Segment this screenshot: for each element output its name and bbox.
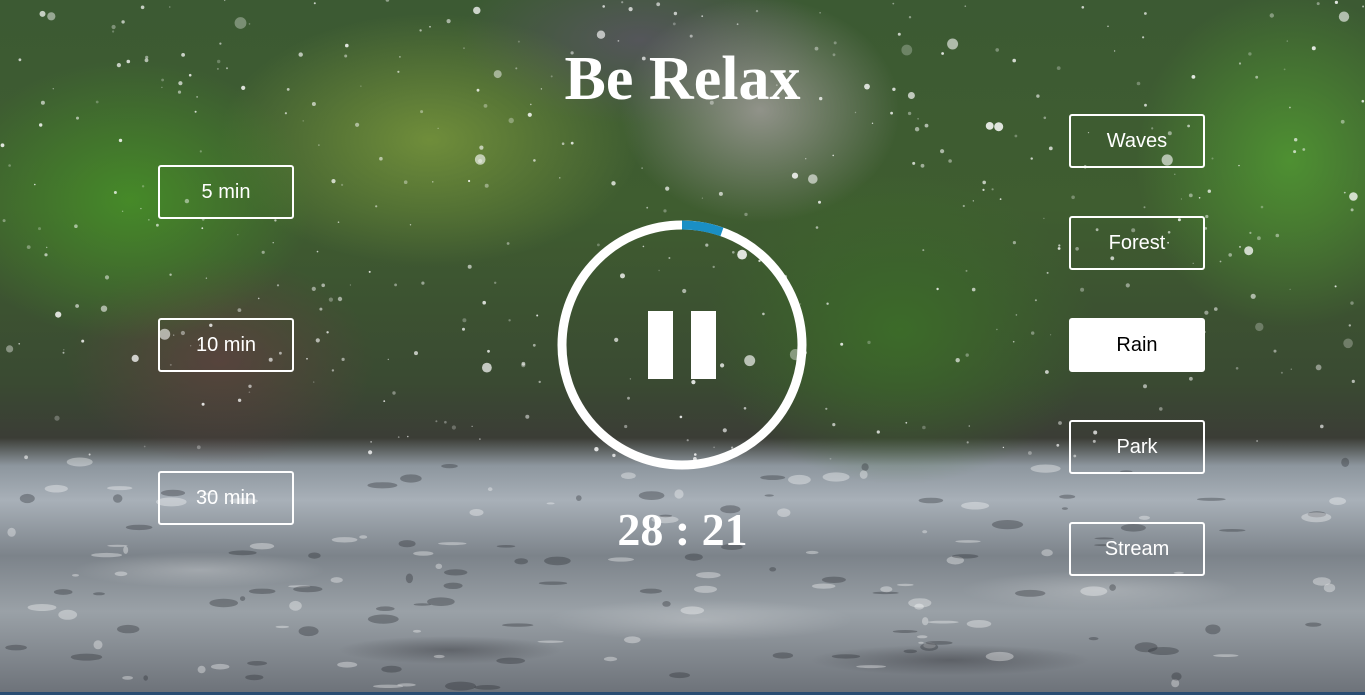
- countdown-timer: 28 : 21: [617, 504, 748, 555]
- app-title: Be Relax: [564, 45, 801, 113]
- sound-button-park[interactable]: Park: [1069, 420, 1205, 474]
- pause-bar-left: [648, 311, 673, 379]
- pause-icon[interactable]: [648, 311, 716, 379]
- sound-button-waves[interactable]: Waves: [1069, 114, 1205, 168]
- progress-ring-player: [556, 219, 808, 471]
- pause-bar-right: [691, 311, 716, 379]
- duration-button-5-min[interactable]: 5 min: [158, 165, 294, 219]
- sound-button-rain[interactable]: Rain: [1069, 318, 1205, 372]
- sound-button-forest[interactable]: Forest: [1069, 216, 1205, 270]
- duration-button-10-min[interactable]: 10 min: [158, 318, 294, 372]
